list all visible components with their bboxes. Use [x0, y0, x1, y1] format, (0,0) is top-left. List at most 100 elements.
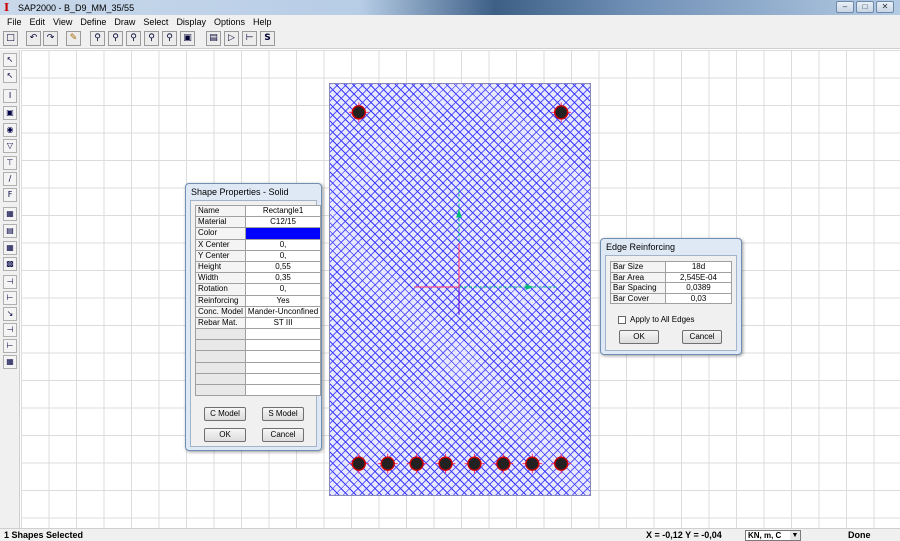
draw-i-section-icon[interactable]: I	[3, 89, 17, 103]
maximize-button[interactable]: □	[856, 1, 874, 13]
property-row: Rotation 0,	[195, 283, 322, 296]
rebar-dot[interactable]	[551, 453, 572, 474]
edge-row: Bar Spacing 0,0389	[610, 282, 732, 294]
units-dropdown[interactable]: KN, m, C ▼	[745, 530, 801, 541]
pointer-icon[interactable]: ↖	[3, 53, 17, 67]
menu-help[interactable]: Help	[249, 17, 276, 27]
polygon-icon[interactable]: ▷	[224, 31, 239, 46]
property-key: Reinforcing	[195, 294, 246, 307]
rebar-dot[interactable]	[493, 453, 514, 474]
dollar-icon[interactable]: S	[260, 31, 275, 46]
zoom-window-icon[interactable]: ⚲	[90, 31, 105, 46]
menu-select[interactable]: Select	[139, 17, 172, 27]
edge-cancel-button[interactable]: Cancel	[682, 330, 722, 344]
edge-row: Bar Cover 0,03	[610, 292, 732, 304]
property-row: Y Center 0,	[195, 249, 322, 262]
s-model-button[interactable]: S Model	[262, 407, 304, 421]
property-value-empty	[244, 372, 322, 386]
minimize-button[interactable]: –	[836, 1, 854, 13]
stress-strain-icon[interactable]: ▦	[3, 241, 17, 255]
property-row: Height 0,55	[195, 260, 322, 274]
edge-value[interactable]: 0,03	[665, 292, 732, 304]
reinforcing-icon[interactable]: ▦	[3, 207, 17, 221]
rebar-dot[interactable]	[348, 102, 369, 123]
new-icon[interactable]: □	[3, 31, 18, 46]
reshape-icon[interactable]: ↖	[3, 69, 17, 83]
property-row: Name Rectangle1	[195, 204, 322, 218]
grid-icon[interactable]: ▦	[3, 355, 17, 369]
property-value[interactable]: ST III	[244, 316, 322, 330]
align-right-icon[interactable]: ↘	[3, 307, 17, 321]
zoom-extents-icon[interactable]: ▣	[180, 31, 195, 46]
property-value[interactable]: Mander-Unconfined	[244, 305, 322, 318]
apply-all-edges-checkbox[interactable]	[618, 316, 626, 324]
menu-define[interactable]: Define	[76, 17, 110, 27]
property-row: Rebar Mat. ST III	[195, 316, 322, 330]
rebar-dot[interactable]	[406, 453, 427, 474]
draw-rectangle-icon[interactable]: ▣	[3, 106, 17, 120]
hatch-icon[interactable]: ▩	[3, 257, 17, 271]
property-value[interactable]	[244, 227, 322, 240]
rebar-dot[interactable]	[377, 453, 398, 474]
menu-view[interactable]: View	[49, 17, 76, 27]
property-value[interactable]: 0,55	[244, 260, 322, 274]
shape-ok-button[interactable]: OK	[204, 428, 246, 442]
zoom-previous-icon[interactable]: ⚲	[144, 31, 159, 46]
property-row: X Center 0,	[195, 238, 322, 251]
property-key: Name	[195, 204, 246, 218]
rebar-dot[interactable]	[435, 453, 456, 474]
menu-options[interactable]: Options	[210, 17, 249, 27]
menu-file[interactable]: File	[3, 17, 26, 27]
property-row: Color	[195, 227, 322, 240]
align-center-icon[interactable]: ⊢	[3, 291, 17, 305]
section-icon[interactable]: ▤	[206, 31, 221, 46]
property-value[interactable]: 0,35	[244, 272, 322, 285]
draw-caisson-icon[interactable]: ⊤	[3, 156, 17, 170]
rebar-dot[interactable]	[464, 453, 485, 474]
menu-edit[interactable]: Edit	[26, 17, 50, 27]
align-end-icon[interactable]: ⊢	[3, 339, 17, 353]
redo-icon[interactable]: ↷	[43, 31, 58, 46]
edge-value[interactable]: 0,0389	[665, 282, 732, 294]
property-row: Width 0,35	[195, 272, 322, 285]
draw-f-icon[interactable]: F	[3, 188, 17, 202]
menu-display[interactable]: Display	[172, 17, 210, 27]
property-value[interactable]: Rectangle1	[244, 204, 322, 218]
axes-icon[interactable]: ⊢	[242, 31, 257, 46]
rebar-group	[348, 102, 572, 474]
undo-icon[interactable]: ↶	[26, 31, 41, 46]
align-h-icon[interactable]: ⊣	[3, 323, 17, 337]
zoom-in-icon[interactable]: ⚲	[108, 31, 123, 46]
edge-value[interactable]: 18d	[665, 261, 732, 273]
edge-ok-button[interactable]: OK	[619, 330, 659, 344]
draw-circle-icon[interactable]: ◉	[3, 123, 17, 137]
property-row-empty	[195, 383, 322, 397]
sap2000-app-icon: I	[4, 0, 10, 14]
close-button[interactable]: ✕	[876, 1, 894, 13]
rebar-icon[interactable]: ▤	[3, 224, 17, 238]
edge-value[interactable]: 2,545E-04	[665, 271, 732, 283]
chevron-down-icon[interactable]: ▼	[790, 531, 800, 540]
shape-cancel-button[interactable]: Cancel	[262, 428, 304, 442]
drawing-canvas[interactable]	[21, 50, 900, 528]
rebar-dot[interactable]	[522, 453, 543, 474]
property-value[interactable]: C12/15	[244, 216, 322, 229]
pencil-icon[interactable]: ✎	[66, 31, 81, 46]
align-left-icon[interactable]: ⊣	[3, 275, 17, 289]
rectangle-section[interactable]	[329, 83, 591, 496]
zoom-out-icon[interactable]: ⚲	[126, 31, 141, 46]
zoom-icon[interactable]: ⚲	[162, 31, 177, 46]
property-value[interactable]: 0,	[244, 249, 322, 262]
rebar-dot[interactable]	[348, 453, 369, 474]
apply-all-edges-label: Apply to All Edges	[630, 315, 695, 324]
c-model-button[interactable]: C Model	[204, 407, 246, 421]
property-value[interactable]: 0,	[244, 283, 322, 296]
property-value[interactable]: 0,	[244, 238, 322, 251]
property-value[interactable]: Yes	[244, 294, 322, 307]
draw-polygon-icon[interactable]: ▽	[3, 139, 17, 153]
rebar-dot[interactable]	[551, 102, 572, 123]
menu-draw[interactable]: Draw	[110, 17, 139, 27]
property-value-empty	[244, 339, 322, 352]
draw-line-icon[interactable]: ∕	[3, 172, 17, 186]
shape-properties-body: Name Rectangle1 Material C12/15 Color X Cente…	[190, 200, 322, 447]
